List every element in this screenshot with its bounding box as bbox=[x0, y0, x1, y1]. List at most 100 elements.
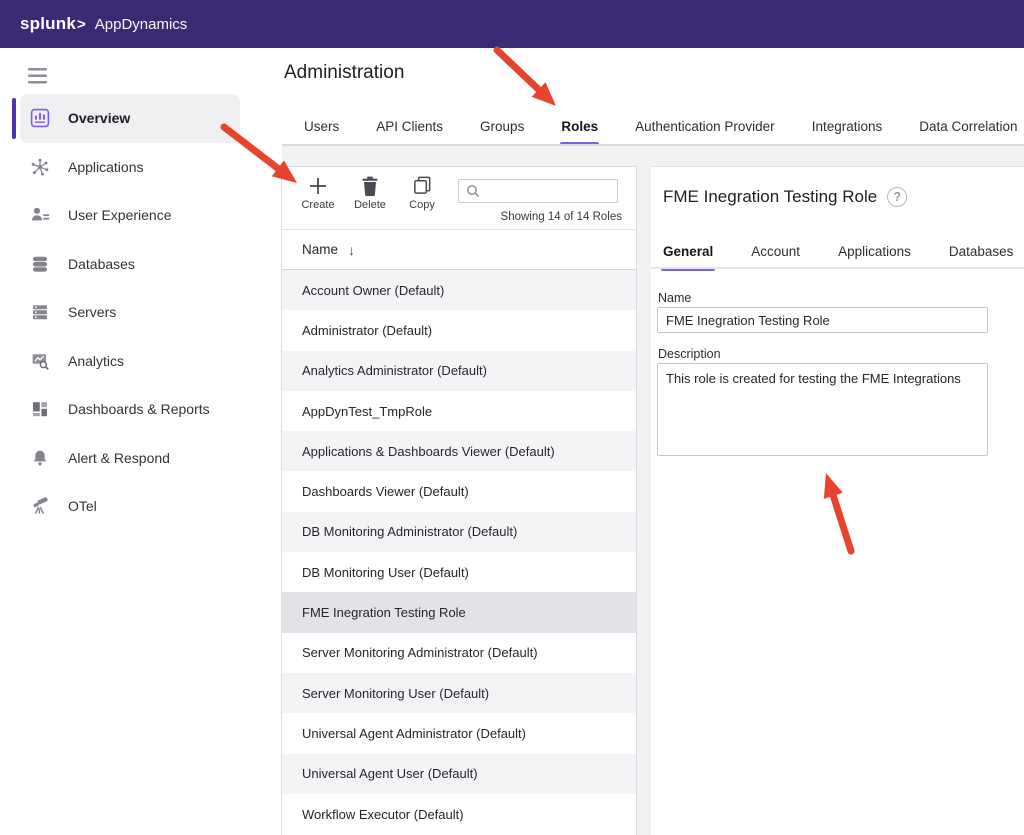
role-row-fme-inegration-testing-role[interactable]: FME Inegration Testing Role bbox=[282, 592, 636, 632]
sidebar-item-analytics[interactable]: Analytics bbox=[20, 337, 240, 386]
sidebar-item-label: Dashboards & Reports bbox=[68, 401, 210, 417]
role-name-text: FME Inegration Testing Role bbox=[302, 605, 466, 620]
sidebar-item-label: Servers bbox=[68, 304, 116, 320]
annotation-arrow-roles-tab bbox=[497, 50, 556, 106]
splunk-logo: splunk bbox=[20, 14, 76, 34]
role-name-text: Applications & Dashboards Viewer (Defaul… bbox=[302, 444, 555, 459]
role-row-dashboards-viewer-default[interactable]: Dashboards Viewer (Default) bbox=[282, 471, 636, 511]
role-row-appdyntest-tmprole[interactable]: AppDynTest_TmpRole bbox=[282, 391, 636, 431]
sidebar-item-label: Alert & Respond bbox=[68, 450, 170, 466]
sidebar: Overview Applications User ExperienceDatab… bbox=[0, 48, 260, 835]
role-row-applications-dashboards-viewer-default[interactable]: Applications & Dashboards Viewer (Defaul… bbox=[282, 431, 636, 471]
sidebar-item-otel[interactable]: OTel bbox=[20, 482, 240, 531]
sidebar-item-label: Applications bbox=[68, 159, 144, 175]
detail-tab-general[interactable]: General bbox=[663, 233, 713, 269]
role-detail-panel: FME Inegration Testing Role ? General Acc… bbox=[651, 166, 1024, 835]
name-field-label: Name bbox=[658, 291, 691, 305]
overview-icon bbox=[30, 108, 50, 128]
detail-tab-divider bbox=[651, 267, 1024, 269]
role-name-text: Server Monitoring User (Default) bbox=[302, 686, 489, 701]
role-row-db-monitoring-user-default[interactable]: DB Monitoring User (Default) bbox=[282, 552, 636, 592]
role-description-textarea[interactable]: This role is created for testing the FME… bbox=[657, 363, 988, 456]
sidebar-item-user-experience[interactable]: User Experience bbox=[20, 191, 240, 240]
create-button[interactable]: Create bbox=[294, 174, 342, 211]
role-row-db-monitoring-administrator-default[interactable]: DB Monitoring Administrator (Default) bbox=[282, 512, 636, 552]
tab-integrations[interactable]: Integrations bbox=[812, 108, 883, 145]
sidebar-nav: Overview Applications User ExperienceDatab… bbox=[0, 94, 260, 531]
tab-data-correlation[interactable]: Data Correlation bbox=[919, 108, 1017, 145]
role-name-text: Administrator (Default) bbox=[302, 323, 432, 338]
sidebar-item-label: OTel bbox=[68, 498, 97, 514]
role-row-workflow-executor-default[interactable]: Workflow Executor (Default) bbox=[282, 794, 636, 834]
roles-search-box bbox=[458, 179, 618, 203]
copy-button-label: Copy bbox=[409, 199, 435, 211]
role-row-universal-agent-administrator-default[interactable]: Universal Agent Administrator (Default) bbox=[282, 713, 636, 753]
role-name-text: Workflow Executor (Default) bbox=[302, 807, 464, 822]
copy-button[interactable]: Copy bbox=[398, 174, 446, 211]
detail-tab-applications[interactable]: Applications bbox=[838, 233, 911, 269]
sidebar-item-overview[interactable]: Overview bbox=[20, 94, 240, 143]
role-row-server-monitoring-user-default[interactable]: Server Monitoring User (Default) bbox=[282, 673, 636, 713]
detail-tabs: General Account Applications Databases bbox=[663, 233, 1013, 269]
search-input[interactable] bbox=[486, 183, 610, 199]
dashboards-reports-icon bbox=[30, 399, 50, 419]
name-column-header: Name bbox=[302, 242, 338, 257]
plus-icon bbox=[307, 174, 329, 197]
tab-roles[interactable]: Roles bbox=[561, 108, 598, 145]
roles-list: Account Owner (Default) Administrator (De… bbox=[282, 270, 636, 834]
alert-respond-icon bbox=[30, 448, 50, 468]
databases-icon bbox=[30, 254, 50, 274]
top-bar: splunk> AppDynamics bbox=[0, 0, 1024, 48]
sidebar-item-databases[interactable]: Databases bbox=[20, 240, 240, 289]
role-name-text: DB Monitoring Administrator (Default) bbox=[302, 524, 517, 539]
analytics-icon bbox=[30, 351, 50, 371]
delete-button[interactable]: Delete bbox=[346, 174, 394, 211]
delete-button-label: Delete bbox=[354, 199, 386, 211]
roles-list-header: Name ↓ bbox=[282, 230, 636, 270]
role-name-text: AppDynTest_TmpRole bbox=[302, 404, 432, 419]
trash-icon bbox=[360, 174, 380, 197]
role-name-text: Server Monitoring Administrator (Default… bbox=[302, 645, 538, 660]
sidebar-item-label: Overview bbox=[68, 110, 130, 126]
applications-icon bbox=[30, 157, 50, 177]
showing-count-text: Showing 14 of 14 Roles bbox=[501, 211, 622, 223]
sidebar-item-servers[interactable]: Servers bbox=[20, 288, 240, 337]
role-name-text: Account Owner (Default) bbox=[302, 283, 444, 298]
hamburger-menu-icon[interactable] bbox=[28, 68, 48, 84]
roles-panel: Create Delete Copy bbox=[281, 166, 637, 835]
panel-gap bbox=[637, 166, 651, 835]
tab-users[interactable]: Users bbox=[304, 108, 339, 145]
sort-descending-icon[interactable]: ↓ bbox=[348, 242, 355, 258]
splunk-logo-caret: > bbox=[77, 16, 86, 33]
tab-groups[interactable]: Groups bbox=[480, 108, 524, 145]
create-button-label: Create bbox=[301, 199, 334, 211]
role-row-server-monitoring-administrator-default[interactable]: Server Monitoring Administrator (Default… bbox=[282, 633, 636, 673]
role-detail-title-row: FME Inegration Testing Role ? bbox=[663, 187, 907, 207]
sidebar-item-alert-respond[interactable]: Alert & Respond bbox=[20, 434, 240, 483]
sidebar-item-dashboards-reports[interactable]: Dashboards & Reports bbox=[20, 385, 240, 434]
role-detail-title: FME Inegration Testing Role bbox=[663, 187, 877, 207]
sidebar-item-label: Analytics bbox=[68, 353, 124, 369]
roles-toolbar: Create Delete Copy bbox=[282, 167, 636, 230]
tab-authentication-provider[interactable]: Authentication Provider bbox=[635, 108, 775, 145]
help-icon[interactable]: ? bbox=[887, 187, 907, 207]
description-field-label: Description bbox=[658, 347, 721, 361]
role-row-universal-agent-user-default[interactable]: Universal Agent User (Default) bbox=[282, 754, 636, 794]
product-name: AppDynamics bbox=[95, 16, 188, 33]
role-name-input[interactable] bbox=[657, 307, 988, 333]
copy-icon bbox=[412, 174, 433, 197]
sidebar-item-applications[interactable]: Applications bbox=[20, 143, 240, 192]
role-row-administrator-default[interactable]: Administrator (Default) bbox=[282, 310, 636, 350]
role-name-text: Universal Agent Administrator (Default) bbox=[302, 726, 526, 741]
servers-icon bbox=[30, 302, 50, 322]
role-name-text: DB Monitoring User (Default) bbox=[302, 565, 469, 580]
active-item-accent bbox=[12, 98, 16, 139]
tab-api-clients[interactable]: API Clients bbox=[376, 108, 443, 145]
role-row-account-owner-default[interactable]: Account Owner (Default) bbox=[282, 270, 636, 310]
detail-tab-account[interactable]: Account bbox=[751, 233, 800, 269]
page-title: Administration bbox=[284, 62, 404, 84]
role-name-text: Universal Agent User (Default) bbox=[302, 766, 478, 781]
otel-icon bbox=[30, 496, 50, 516]
role-row-analytics-administrator-default[interactable]: Analytics Administrator (Default) bbox=[282, 351, 636, 391]
detail-tab-databases[interactable]: Databases bbox=[949, 233, 1014, 269]
